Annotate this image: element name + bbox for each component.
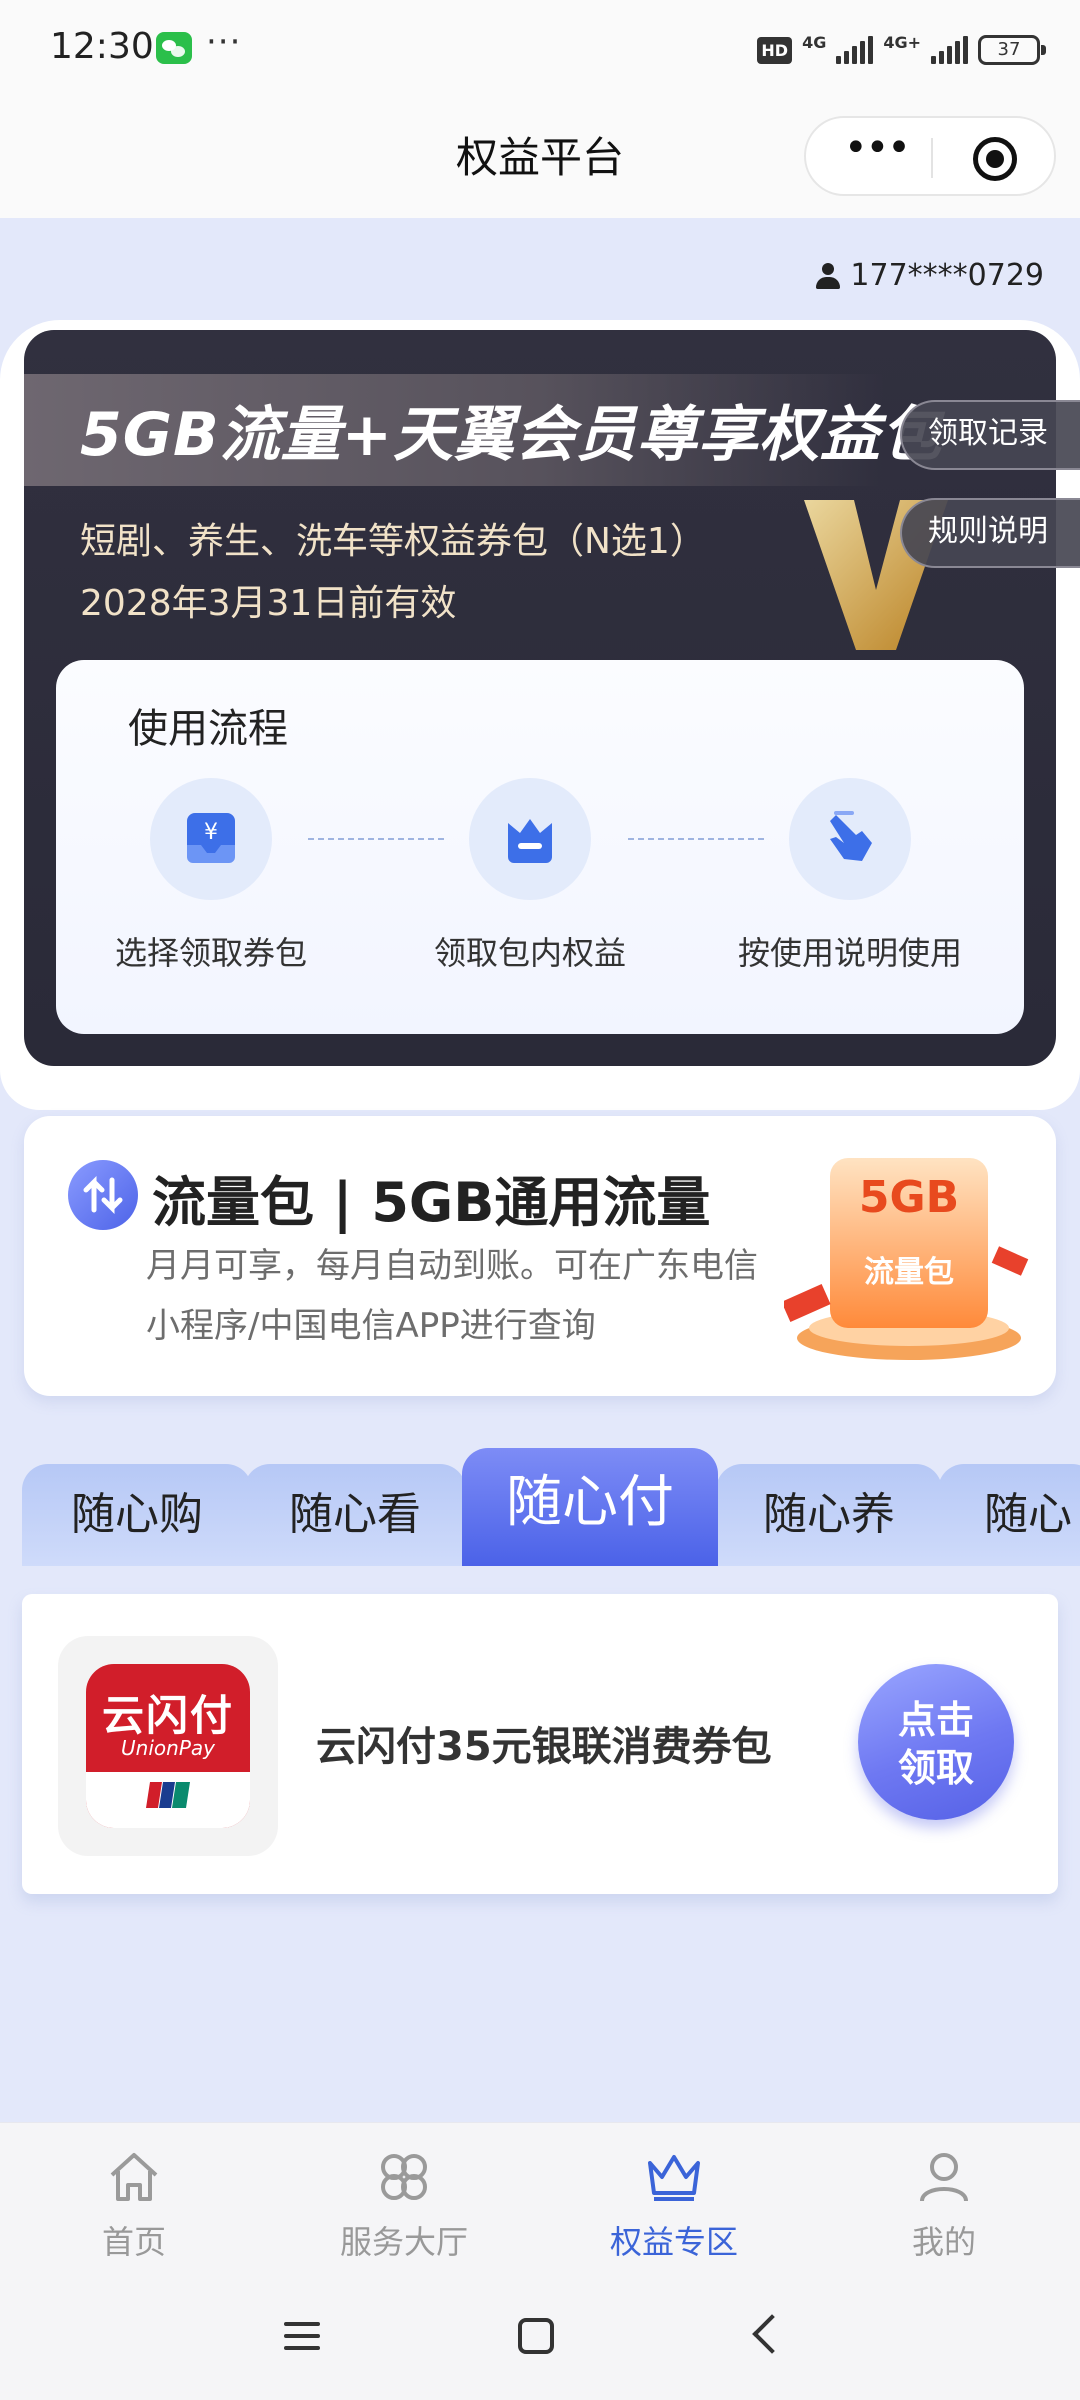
crown-icon [648, 2155, 700, 2201]
person-icon [920, 2153, 968, 2202]
data-pack-title: 流量包 | 5GB通用流量 [152, 1171, 711, 1234]
user-phone-text: 177****0729 [850, 258, 1044, 293]
claim-line-1: 点击 [897, 1698, 974, 1742]
tab-suixinkan[interactable]: 随心看 [244, 1464, 466, 1566]
coupon-name: 云闪付35元银联消费券包 [316, 1724, 772, 1770]
capsule-divider [931, 138, 933, 178]
status-indicators: HD 4G 4G+ 37 [757, 30, 1046, 70]
tab-suixinfu[interactable]: 随心付 [462, 1448, 718, 1566]
claim-line-2: 领取 [897, 1746, 974, 1790]
flow-step-claim: 领取包内权益 [400, 778, 660, 974]
miniprogram-capsule: ••• [804, 116, 1056, 196]
data-arrows-icon [68, 1160, 138, 1230]
nav-label: 权益专区 [609, 2223, 738, 2261]
user-phone: 177****0729 [816, 258, 1044, 293]
hd-icon: HD [757, 36, 793, 64]
data-pack-badge: 5GB 流量包 [784, 1158, 1029, 1360]
wallet-yen-icon: ¥ [187, 813, 235, 863]
nav-label: 我的 [911, 2223, 976, 2261]
unionpay-logo: 云闪付 UnionPay [86, 1664, 250, 1828]
flow-step-label: 领取包内权益 [433, 934, 626, 972]
network-4g-label: 4G [802, 32, 827, 52]
wechat-icon [156, 32, 192, 64]
home-square-icon[interactable] [518, 2318, 554, 2354]
signal-icon [836, 36, 874, 64]
menu-icon[interactable] [284, 2322, 320, 2358]
crown-box-icon [508, 819, 552, 863]
back-icon[interactable] [752, 2314, 792, 2354]
svg-text:¥: ¥ [204, 820, 218, 845]
system-navigation [0, 2284, 1080, 2400]
coupon-card: 云闪付 UnionPay 云闪付35元银联消费券包 点击 领取 [22, 1594, 1058, 1894]
more-dots-icon[interactable]: ••• [844, 128, 911, 172]
nav-label: 首页 [101, 2223, 166, 2261]
records-button[interactable]: 领取记录 [900, 400, 1080, 470]
hero-title: 5GB流量+天翼会员尊享权益包 [80, 400, 943, 470]
status-time: 12:30 [50, 26, 154, 67]
badge-label: 流量包 [864, 1255, 954, 1290]
signal-icon-2 [931, 36, 968, 64]
flow-step-select: ¥ 选择领取券包 [81, 778, 341, 974]
tab-suixingou[interactable]: 随心购 [22, 1464, 252, 1566]
status-more-dots: ··· [206, 22, 242, 62]
miniprogram-target-icon[interactable] [973, 137, 1017, 181]
logo-text: 云闪付 [101, 1691, 234, 1740]
hero-validity: 2028年3月31日前有效 [80, 583, 457, 624]
hero-subtitle: 短剧、养生、洗车等权益券包（N选1） [80, 521, 706, 562]
nav-service-hall[interactable]: 服务大厅 [304, 2147, 504, 2263]
data-pack-card[interactable]: 流量包 | 5GB通用流量 月月可享，每月自动到账。可在广东电信小程序/中国电信… [24, 1116, 1056, 1396]
grid-flower-icon [381, 2154, 427, 2200]
hand-tap-icon [830, 811, 872, 861]
usage-flow-title: 使用流程 [128, 706, 288, 752]
unionpay-card-icon [146, 1782, 190, 1808]
tab-suixinyang[interactable]: 随心养 [716, 1464, 942, 1566]
claim-button[interactable]: 点击 领取 [858, 1664, 1014, 1820]
network-4g-plus-label: 4G+ [883, 32, 921, 52]
title-bar: 权益平台 ••• [0, 100, 1080, 218]
usage-flow-panel: 使用流程 ¥ 选择领取券包 领取包内权益 按使用说明使用 [56, 660, 1024, 1034]
nav-benefits[interactable]: 权益专区 [574, 2147, 774, 2263]
nav-label: 服务大厅 [339, 2223, 468, 2261]
status-bar: 12:30 ··· HD 4G 4G+ 37 [0, 0, 1080, 100]
flow-step-label: 按使用说明使用 [737, 934, 962, 972]
logo-subtext: UnionPay [121, 1736, 215, 1760]
nav-mine[interactable]: 我的 [844, 2147, 1044, 2263]
coupon-logo-frame: 云闪付 UnionPay [58, 1636, 278, 1856]
tab-suixin-more[interactable]: 随心 [938, 1464, 1080, 1566]
flow-step-label: 选择领取券包 [114, 934, 307, 972]
bottom-navigation: 首页 服务大厅 权益专区 我的 [0, 2122, 1080, 2284]
user-icon [816, 262, 841, 289]
category-tabs: 随心购 随心看 随心养 随心 随心付 [0, 1448, 1080, 1566]
badge-size: 5GB [859, 1172, 959, 1223]
battery-icon: 37 [978, 35, 1046, 65]
flow-step-use: 按使用说明使用 [720, 778, 980, 974]
rules-button[interactable]: 规则说明 [900, 498, 1080, 568]
home-icon [110, 2153, 158, 2201]
data-pack-description: 月月可享，每月自动到账。可在广东电信小程序/中国电信APP进行查询 [146, 1246, 758, 1346]
nav-home[interactable]: 首页 [34, 2147, 234, 2263]
